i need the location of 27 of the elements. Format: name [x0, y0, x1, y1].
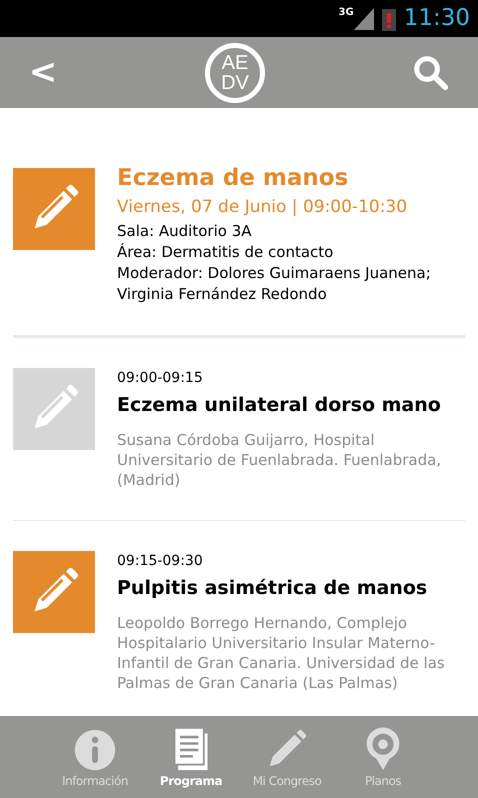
clock: 11:30 — [404, 4, 470, 34]
talk-title: Pulpitis asimétrica de manos — [117, 576, 428, 601]
pencil-tile[interactable] — [13, 168, 95, 250]
back-button[interactable]: < — [28, 47, 58, 98]
pencil-tile[interactable] — [13, 551, 95, 633]
nav-tab[interactable]: Mi Congreso — [242, 726, 332, 790]
search-icon[interactable] — [412, 54, 450, 92]
session-detail: Área: Dermatitis de contacto — [117, 242, 334, 263]
network-label: 3G — [338, 6, 354, 20]
session-detail: Sala: Auditorio 3A — [117, 221, 252, 242]
talk-time: 09:15-09:30 — [117, 552, 204, 571]
nav-tab[interactable]: Planos — [338, 726, 428, 790]
logo-text: DV — [221, 72, 249, 92]
battery-icon — [382, 6, 396, 30]
talk-authors: Susana Córdoba Guijarro, Hospital Universitario de Fuenlabrada. Fuenlabrada, (Madrid) — [117, 430, 442, 490]
logo-text: AE — [222, 52, 248, 72]
nav-tab[interactable]: Programa — [146, 726, 236, 790]
talk-time: 09:00-09:15 — [117, 369, 204, 388]
nav-tab[interactable]: Información — [50, 728, 140, 790]
session-date: Viernes, 07 de Junio | 09:00-10:30 — [117, 196, 408, 219]
pencil-tile[interactable] — [13, 368, 95, 450]
signal-icon — [354, 8, 374, 30]
session-title: Eczema de manos — [117, 164, 350, 193]
talk-title: Eczema unilateral dorso mano — [117, 393, 442, 418]
info-icon — [73, 728, 117, 772]
talk-authors: Leopoldo Borrego Hernando, Complejo Hospitalario Universitario Insular Materno-Infantil de Gran Canaria. Universidad de las Palmas de Gran Canaria (Las Palmas) — [117, 613, 446, 693]
session-detail: Moderador: Dolores Guimaraens Juanena; Virginia Fernández Redondo — [117, 263, 432, 305]
